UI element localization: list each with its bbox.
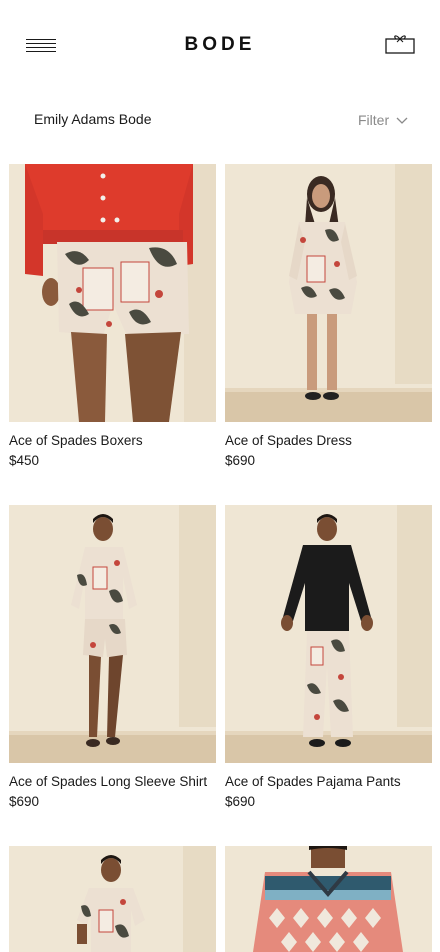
site-header: BODE	[0, 0, 440, 92]
product-name[interactable]: Ace of Spades Long Sleeve Shirt	[9, 774, 216, 789]
product-price: $690	[225, 794, 256, 809]
product-image-long-sleeve-shirt[interactable]	[9, 505, 216, 763]
product-name[interactable]: Ace of Spades Dress	[225, 433, 432, 448]
product-price: $450	[9, 453, 40, 468]
product-image-pajama-pants[interactable]	[225, 505, 432, 763]
product-image[interactable]	[9, 846, 216, 952]
product-card[interactable]: Ace of Spades Pajama Pants $690	[225, 505, 432, 809]
chevron-down-icon	[396, 117, 408, 124]
collection-filter-bar: Emily Adams Bode Filter	[0, 100, 440, 140]
product-card[interactable]: Ace of Spades Dress $690	[225, 164, 432, 468]
product-name[interactable]: Ace of Spades Pajama Pants	[225, 774, 432, 789]
hamburger-menu-icon[interactable]	[26, 39, 56, 53]
product-card[interactable]: Ace of Spades Boxers $450	[9, 164, 216, 468]
product-image-boxers[interactable]	[9, 164, 216, 422]
collection-title: Emily Adams Bode	[34, 111, 152, 127]
filter-button[interactable]: Filter	[358, 109, 414, 131]
product-price: $690	[225, 453, 256, 468]
product-card[interactable]	[9, 846, 216, 952]
site-logo[interactable]: BODE	[170, 34, 270, 58]
product-name[interactable]: Ace of Spades Boxers	[9, 433, 216, 448]
product-card[interactable]: Ace of Spades Long Sleeve Shirt $690	[9, 505, 216, 809]
shopping-bag-icon[interactable]	[385, 33, 415, 55]
product-price: $690	[9, 794, 40, 809]
filter-label: Filter	[358, 112, 390, 128]
product-image-dress[interactable]	[225, 164, 432, 422]
product-image[interactable]	[225, 846, 432, 952]
product-card[interactable]	[225, 846, 432, 952]
